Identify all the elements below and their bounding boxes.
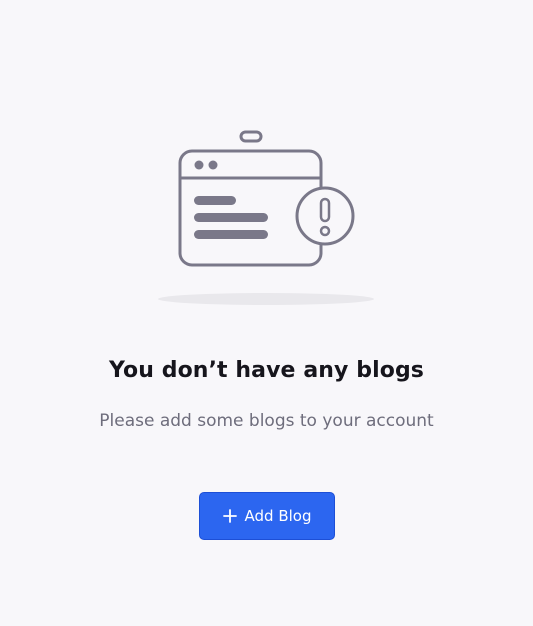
content-line [194, 230, 268, 239]
content-line [194, 213, 268, 222]
browser-window-warning-icon [158, 130, 374, 305]
window-dot [194, 160, 204, 170]
add-blog-button[interactable]: Add Blog [199, 492, 335, 540]
window-hanger [239, 130, 263, 143]
plus-icon [222, 509, 237, 523]
content-line [194, 196, 236, 205]
empty-state-title: You don’t have any blogs [109, 358, 424, 383]
window-dot [208, 160, 218, 170]
illustration-shadow [158, 293, 374, 305]
empty-state-subtitle: Please add some blogs to your account [99, 411, 434, 431]
add-blog-button-label: Add Blog [244, 507, 312, 525]
empty-state-page: You don’t have any blogs Please add some… [0, 0, 533, 626]
